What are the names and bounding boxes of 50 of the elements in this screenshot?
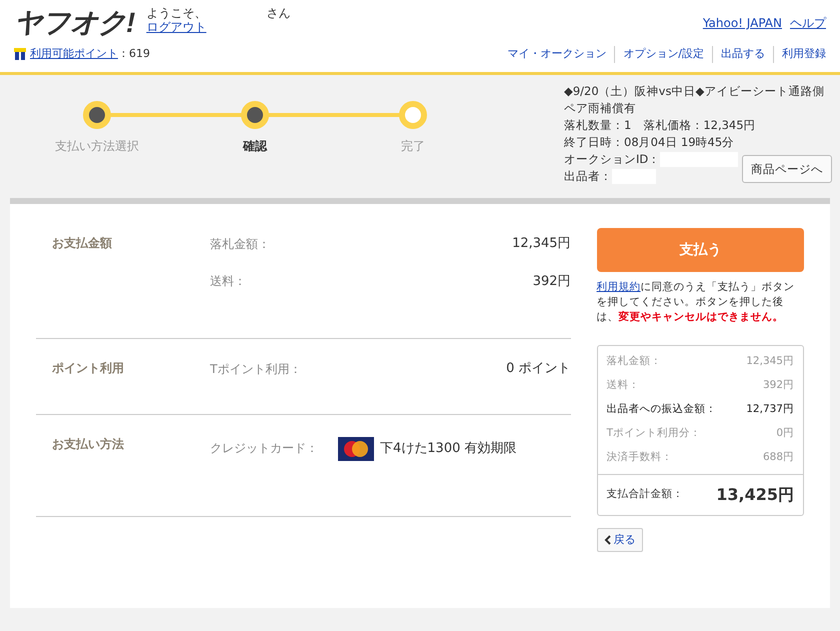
amount-label: 送料：	[210, 273, 247, 290]
amount-label: Tポイント利用：	[210, 360, 302, 378]
step-label: 支払い方法選択	[55, 138, 139, 155]
welcome-text: ようこそ、	[146, 6, 206, 20]
notice-text: 利用規約に同意のうえ「支払う」ボタンを押してください。ボタンを押した後は、変更やキャンセルはできません。	[596, 280, 796, 325]
auction-detail: 終了日時：08月04日 19時45分	[564, 134, 736, 151]
section-title: お支払金額	[51, 235, 113, 252]
summary-value: 12,345円	[746, 354, 794, 370]
logo[interactable]: ヤフオク!	[14, 6, 134, 40]
nav-link[interactable]: 利用登録	[773, 46, 826, 62]
header-link[interactable]: Yahoo! JAPAN	[702, 14, 782, 32]
auction-title: ◆9/20（土）阪神vs中日◆アイビーシート通路側ペア雨補償有	[564, 83, 826, 117]
auction-detail: 落札数量：1 落札価格：12,345円	[564, 117, 757, 134]
auction-id-label: オークションID：	[564, 151, 660, 168]
nav-link[interactable]: マイ・オークション	[499, 46, 614, 62]
terms-link[interactable]: 利用規約	[596, 281, 641, 293]
summary-label: Tポイント利用分：	[606, 426, 701, 442]
total-label: 支払合計金額：	[606, 487, 684, 502]
item-page-button[interactable]: 商品ページへ	[742, 155, 832, 183]
amount-label: クレジットカード：	[210, 440, 319, 457]
summary-label: 送料：	[606, 378, 640, 394]
section-title: ポイント利用	[51, 360, 125, 377]
summary-value: 392円	[762, 378, 794, 394]
amount-value: 12,345円	[512, 235, 571, 253]
amount-value: 0 ポイント	[506, 360, 571, 378]
logout-link[interactable]: ログアウト	[146, 20, 290, 34]
credit-card-icon	[338, 437, 374, 461]
step-label: 完了	[401, 138, 425, 155]
points-value: ：619	[118, 46, 150, 62]
honorific-text: さん	[266, 6, 290, 20]
amount-value: 392円	[532, 272, 571, 290]
points-link[interactable]: 利用可能ポイント	[30, 46, 118, 62]
step-label: 確認	[243, 138, 267, 155]
amount-label: 落札金額：	[210, 236, 271, 253]
seller-label: 出品者：	[564, 168, 612, 185]
nav-link[interactable]: オプション/設定	[614, 46, 712, 62]
header-link[interactable]: ヘルプ	[790, 14, 826, 32]
summary-label: 決済手数料：	[606, 450, 673, 466]
total-value: 13,425円	[716, 484, 794, 506]
summary-value: 688円	[762, 450, 794, 466]
nav-link[interactable]: 出品する	[712, 46, 773, 62]
summary-value: 0円	[776, 426, 794, 442]
summary-value: 12,737円	[746, 402, 794, 418]
t-point-icon	[14, 48, 26, 60]
summary-label: 出品者への振込金額：	[606, 402, 717, 418]
summary-label: 落札金額：	[606, 354, 662, 370]
back-button[interactable]: 戻る	[596, 528, 643, 552]
card-info: 下4けた1300 有効期限	[380, 440, 516, 458]
chevron-left-icon	[604, 535, 612, 545]
section-title: お支払い方法	[51, 436, 125, 453]
